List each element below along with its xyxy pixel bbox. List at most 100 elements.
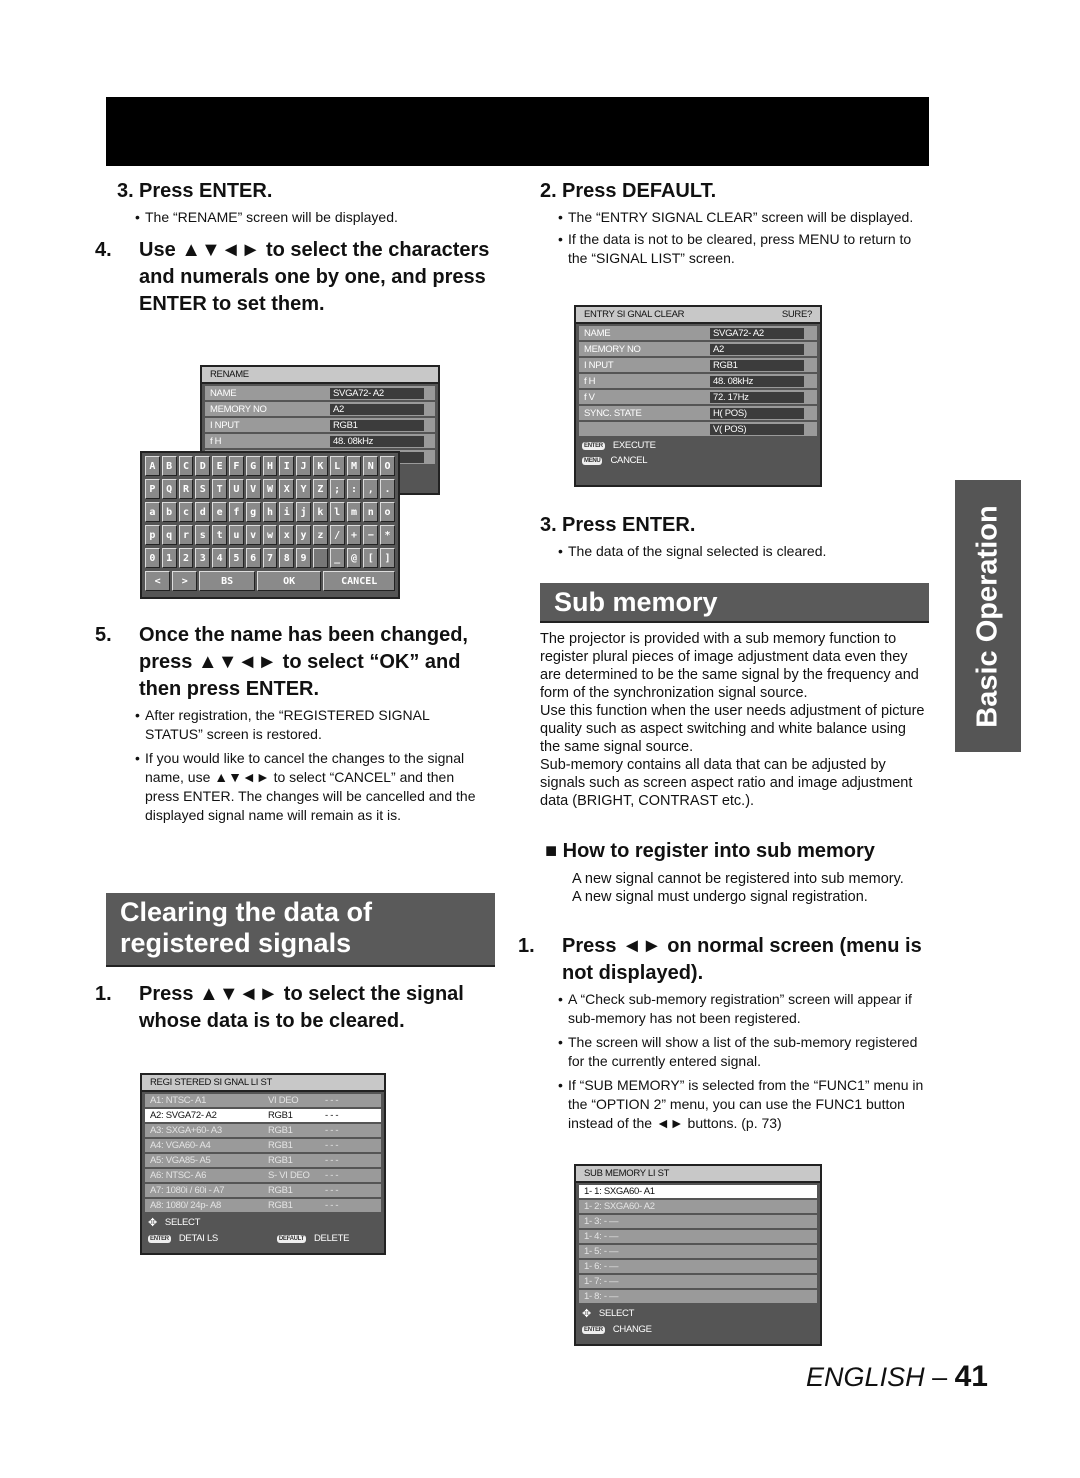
key-button[interactable]: u xyxy=(228,525,244,545)
sub-memory-row[interactable]: 1- 6: - — xyxy=(579,1260,817,1273)
key-button[interactable]: q xyxy=(161,525,177,545)
control-key-ok[interactable]: OK xyxy=(256,571,322,591)
key-button[interactable]: v xyxy=(245,525,261,545)
language-label: ENGLISH xyxy=(806,1362,925,1392)
key-button[interactable]: C xyxy=(178,456,194,476)
key-button[interactable]: s xyxy=(195,525,211,545)
key-button[interactable]: n xyxy=(363,502,379,522)
key-button[interactable]: . xyxy=(380,479,395,499)
key-button[interactable]: 9 xyxy=(296,548,311,568)
key-button[interactable]: D xyxy=(195,456,211,476)
signal-row[interactable]: A2: SVGA72- A2 RGB1 - - - xyxy=(145,1109,381,1122)
key-button[interactable]: f xyxy=(228,502,244,522)
key-button[interactable]: U xyxy=(228,479,244,499)
key-button[interactable]: ; xyxy=(329,479,345,499)
sub-memory-row[interactable]: 1- 4: - — xyxy=(579,1230,817,1243)
key-button[interactable]: b xyxy=(161,502,177,522)
key-button[interactable]: G xyxy=(245,456,261,476)
key-button[interactable]: S xyxy=(195,479,211,499)
key-button[interactable]: j xyxy=(296,502,311,522)
signal-row[interactable]: A3: SXGA+60- A3 RGB1 - - - xyxy=(145,1124,381,1137)
key-button[interactable]: J xyxy=(296,456,311,476)
key-button[interactable]: E xyxy=(212,456,227,476)
key-button[interactable]: d xyxy=(195,502,211,522)
signal-row[interactable]: A4: VGA60- A4 RGB1 - - - xyxy=(145,1139,381,1152)
control-key-right[interactable]: > xyxy=(172,571,198,591)
key-button[interactable]: l xyxy=(329,502,345,522)
key-button[interactable]: + xyxy=(346,525,362,545)
key-button[interactable]: L xyxy=(329,456,345,476)
key-button[interactable]: g xyxy=(245,502,261,522)
key-button[interactable]: o xyxy=(380,502,395,522)
key-button[interactable]: t xyxy=(212,525,227,545)
sub-memory-row[interactable]: 1- 1: SXGA60- A1 xyxy=(579,1185,817,1198)
key-button[interactable]: e xyxy=(212,502,227,522)
key-button[interactable]: N xyxy=(363,456,379,476)
key-button[interactable]: k xyxy=(312,502,328,522)
key-button[interactable]: T xyxy=(212,479,227,499)
key-button[interactable]: 6 xyxy=(245,548,261,568)
sub-memory-row[interactable]: 1- 3: - — xyxy=(579,1215,817,1228)
step-number: 5. xyxy=(95,624,112,646)
key-button[interactable]: Z xyxy=(312,479,328,499)
key-button[interactable]: − xyxy=(363,525,379,545)
key-button[interactable]: , xyxy=(363,479,379,499)
key-button[interactable]: : xyxy=(346,479,362,499)
sub-memory-row[interactable]: 1- 5: - — xyxy=(579,1245,817,1258)
key-button[interactable]: B xyxy=(161,456,177,476)
key-button[interactable]: 1 xyxy=(161,548,177,568)
key-button[interactable]: p xyxy=(145,525,160,545)
sub-memory-row[interactable]: 1- 8: - — xyxy=(579,1290,817,1303)
control-key-backspace[interactable]: BS xyxy=(199,571,255,591)
key-button[interactable]: 8 xyxy=(279,548,295,568)
sub-memory-row[interactable]: 1- 7: - — xyxy=(579,1275,817,1288)
key-button[interactable]: O xyxy=(380,456,395,476)
key-button[interactable]: Y xyxy=(296,479,311,499)
key-button[interactable]: I xyxy=(279,456,295,476)
key-button[interactable]: i xyxy=(279,502,295,522)
signal-row[interactable]: A7: 1080i / 60i - A7 RGB1 - - - xyxy=(145,1184,381,1197)
key-button[interactable]: 7 xyxy=(262,548,278,568)
key-button[interactable]: ] xyxy=(380,548,395,568)
key-button[interactable]: @ xyxy=(346,548,362,568)
key-button[interactable]: x xyxy=(279,525,295,545)
key-button[interactable]: [ xyxy=(363,548,379,568)
key-button[interactable]: m xyxy=(346,502,362,522)
key-button[interactable]: r xyxy=(178,525,194,545)
control-key-cancel[interactable]: CANCEL xyxy=(323,571,395,591)
key-button[interactable]: 4 xyxy=(212,548,227,568)
key-button[interactable]: _ xyxy=(329,548,345,568)
key-button[interactable] xyxy=(312,548,328,568)
key-button[interactable]: F xyxy=(228,456,244,476)
key-button[interactable]: X xyxy=(279,479,295,499)
key-button[interactable]: a xyxy=(145,502,160,522)
key-button[interactable]: R xyxy=(178,479,194,499)
key-button[interactable]: w xyxy=(262,525,278,545)
signal-row[interactable]: A8: 1080/ 24p- A8 RGB1 - - - xyxy=(145,1199,381,1212)
key-button[interactable]: H xyxy=(262,456,278,476)
key-button[interactable]: 3 xyxy=(195,548,211,568)
key-button[interactable]: y xyxy=(296,525,311,545)
key-button[interactable]: * xyxy=(380,525,395,545)
key-button[interactable]: / xyxy=(329,525,345,545)
row-value: SVGA72- A2 xyxy=(330,387,424,399)
key-button[interactable]: h xyxy=(262,502,278,522)
key-button[interactable]: V xyxy=(245,479,261,499)
signal-row[interactable]: A6: NTSC- A6 S- VI DEO - - - xyxy=(145,1169,381,1182)
key-button[interactable]: 0 xyxy=(145,548,160,568)
signal-row[interactable]: A5: VGA85- A5 RGB1 - - - xyxy=(145,1154,381,1167)
key-button[interactable]: K xyxy=(312,456,328,476)
key-button[interactable]: 2 xyxy=(178,548,194,568)
key-button[interactable]: Q xyxy=(161,479,177,499)
key-button[interactable]: c xyxy=(178,502,194,522)
key-button[interactable]: P xyxy=(145,479,160,499)
bullet: The “RENAME” screen will be displayed. xyxy=(117,208,495,227)
key-button[interactable]: z xyxy=(312,525,328,545)
key-button[interactable]: A xyxy=(145,456,160,476)
key-button[interactable]: M xyxy=(346,456,362,476)
sub-memory-row[interactable]: 1- 2: SXGA60- A2 xyxy=(579,1200,817,1213)
key-button[interactable]: 5 xyxy=(228,548,244,568)
control-key-left[interactable]: < xyxy=(145,571,171,591)
key-button[interactable]: W xyxy=(262,479,278,499)
signal-row[interactable]: A1: NTSC- A1 VI DEO - - - xyxy=(145,1094,381,1107)
